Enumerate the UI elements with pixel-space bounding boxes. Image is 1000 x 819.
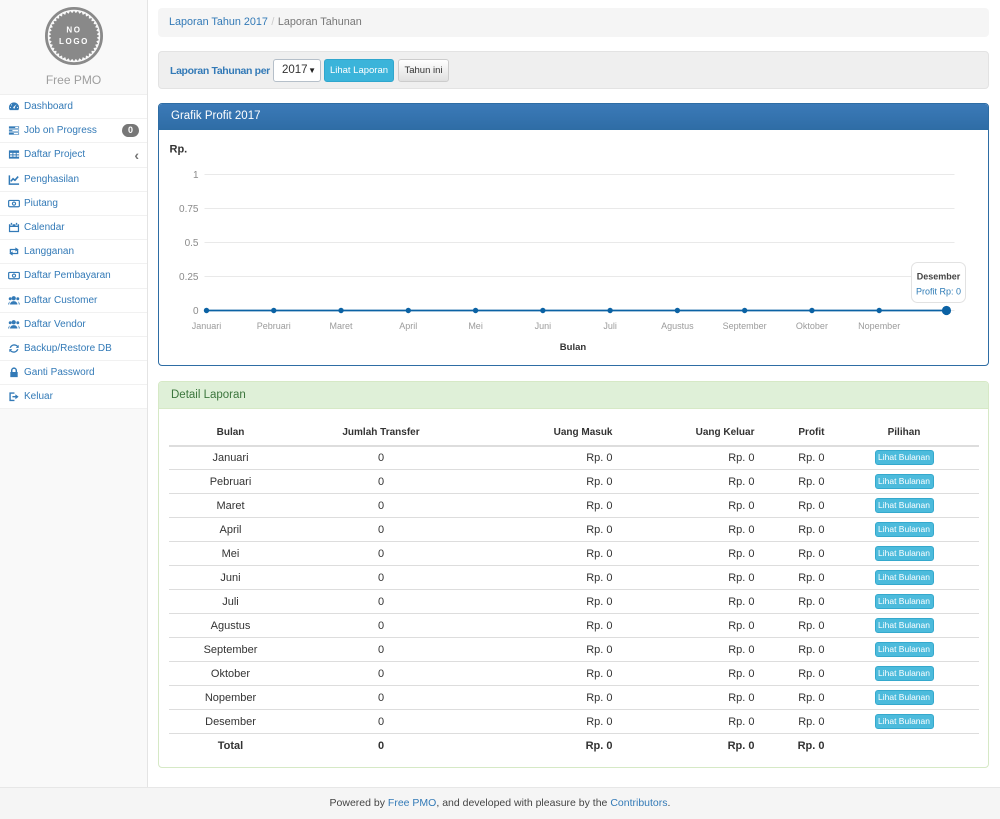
svg-text:Desember: Desember — [917, 272, 961, 282]
svg-text:Profit Rp: 0: Profit Rp: 0 — [916, 287, 961, 297]
svg-text:Juni: Juni — [535, 321, 552, 331]
svg-text:Maret: Maret — [330, 321, 354, 331]
svg-text:NO: NO — [66, 26, 81, 35]
svg-text:Mei: Mei — [468, 321, 483, 331]
svg-text:Bulan: Bulan — [560, 342, 587, 353]
svg-text:Rp.: Rp. — [170, 144, 188, 156]
svg-text:April: April — [399, 321, 417, 331]
svg-text:September: September — [723, 321, 767, 331]
svg-text:1: 1 — [193, 170, 199, 181]
svg-text:0.75: 0.75 — [179, 204, 199, 215]
svg-text:Agustus: Agustus — [661, 321, 694, 331]
svg-text:Pebruari: Pebruari — [257, 321, 291, 331]
svg-text:0: 0 — [193, 306, 199, 317]
svg-text:LOGO: LOGO — [59, 37, 89, 46]
svg-text:Januari: Januari — [192, 321, 222, 331]
svg-text:0.5: 0.5 — [185, 238, 199, 249]
svg-text:0.25: 0.25 — [179, 272, 199, 283]
svg-text:Nopember: Nopember — [858, 321, 900, 331]
svg-text:Juli: Juli — [603, 321, 617, 331]
svg-text:Oktober: Oktober — [796, 321, 828, 331]
